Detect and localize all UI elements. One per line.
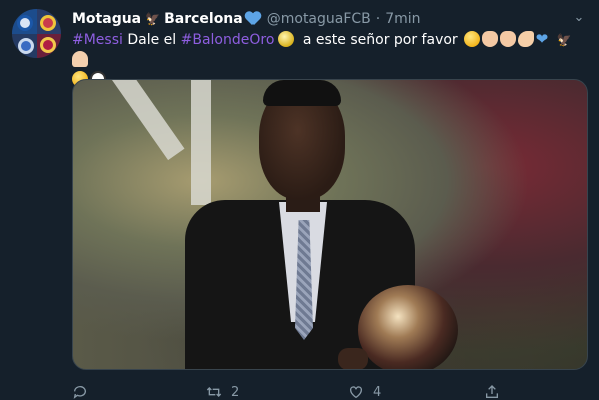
separator-dot: · [375, 11, 381, 27]
like-count: 4 [373, 384, 382, 400]
sunglasses-face-icon [463, 31, 480, 47]
pray-icon [72, 51, 88, 67]
hand [338, 348, 368, 369]
blue-heart-icon [536, 29, 552, 49]
eagle-icon: 🦅 [145, 12, 161, 26]
share-button[interactable] [484, 384, 500, 400]
retweet-count: 2 [231, 384, 240, 400]
tweet-text-part-2: a este señor por favor [298, 32, 458, 48]
display-name[interactable]: Motagua [72, 11, 141, 27]
tweet[interactable]: Motagua 🦅 Barcelona @motaguaFCB · 7min ⌄… [0, 0, 599, 400]
golden-ball-trophy [358, 285, 458, 369]
hashtag-balondeoro[interactable]: #BalondeOro [181, 32, 275, 48]
tweet-actions: 2 4 [72, 384, 592, 400]
blue-heart-icon [245, 12, 261, 26]
like-icon [350, 386, 362, 399]
timestamp[interactable]: 7min [385, 11, 420, 27]
hashtag-messi[interactable]: #Messi [72, 32, 123, 48]
retweet-icon [206, 387, 222, 397]
chevron-down-icon[interactable]: ⌄ [572, 11, 586, 25]
avatar[interactable] [12, 9, 61, 58]
tweet-text-part-1: Dale el [122, 32, 181, 48]
clap-icon [499, 31, 516, 47]
clap-icon [481, 31, 498, 47]
eagle-icon: 🦅 [556, 33, 572, 47]
share-icon [486, 385, 498, 398]
display-name-2[interactable]: Barcelona [164, 11, 243, 27]
reply-icon [73, 386, 86, 399]
retweet-button[interactable]: 2 [206, 384, 239, 400]
muscle-icon [517, 31, 534, 47]
tweet-header: Motagua 🦅 Barcelona @motaguaFCB · 7min [72, 9, 421, 29]
user-handle[interactable]: @motaguaFCB [267, 11, 371, 27]
tweet-image[interactable] [72, 79, 588, 370]
coin-icon [278, 31, 295, 47]
reply-button[interactable] [72, 384, 97, 400]
like-button[interactable]: 4 [348, 384, 381, 400]
